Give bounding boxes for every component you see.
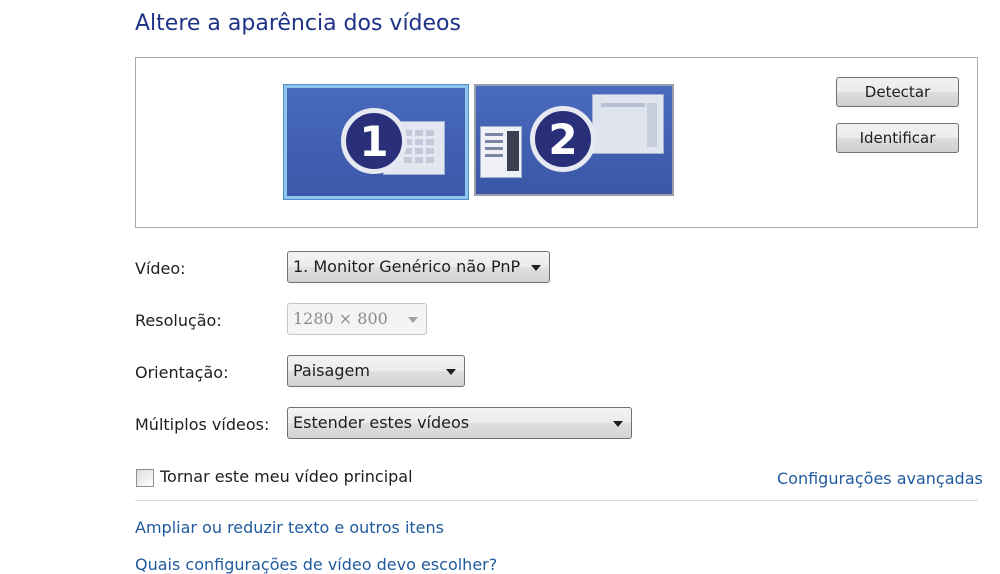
primary-display-label[interactable]: Tornar este meu vídeo principal <box>160 467 413 486</box>
monitor-2[interactable]: 2 <box>474 84 674 196</box>
video-select[interactable]: 1. Monitor Genérico não PnP <box>287 251 550 283</box>
monitor-1[interactable]: 1 <box>284 85 468 199</box>
orientation-select[interactable]: Paisagem <box>287 355 465 387</box>
text-size-link[interactable]: Ampliar ou reduzir texto e outros itens <box>135 518 444 537</box>
monitor-number-badge: 2 <box>530 106 596 172</box>
detect-button[interactable]: Detectar <box>836 77 959 107</box>
divider <box>135 500 978 501</box>
resolution-label: Resolução: <box>135 311 222 330</box>
resolution-select-value: 1280 × 800 <box>293 309 388 328</box>
monitor-number-badge: 1 <box>341 108 407 174</box>
resolution-select: 1280 × 800 <box>287 303 427 335</box>
page-title: Altere a aparência dos vídeos <box>135 11 461 36</box>
which-settings-link[interactable]: Quais configurações de vídeo devo escolh… <box>135 555 497 574</box>
chevron-down-icon <box>613 421 623 427</box>
chevron-down-icon <box>408 317 418 323</box>
orientation-label: Orientação: <box>135 363 229 382</box>
monitor-preview-panel: 1 2 Detectar Identificar <box>135 57 978 228</box>
chevron-down-icon <box>446 369 456 375</box>
identify-button[interactable]: Identificar <box>836 123 959 153</box>
primary-display-checkbox[interactable] <box>136 469 154 487</box>
multiple-displays-select-value: Estender estes vídeos <box>293 413 470 432</box>
orientation-select-value: Paisagem <box>293 361 370 380</box>
video-select-value: 1. Monitor Genérico não PnP <box>293 257 521 276</box>
desktop-window-icon <box>480 126 522 178</box>
multiple-displays-select[interactable]: Estender estes vídeos <box>287 407 632 439</box>
chevron-down-icon <box>531 265 541 271</box>
video-label: Vídeo: <box>135 259 186 278</box>
advanced-settings-link[interactable]: Configurações avançadas <box>777 469 983 488</box>
window-tile-icon <box>592 94 664 154</box>
multiple-displays-label: Múltiplos vídeos: <box>135 415 270 434</box>
